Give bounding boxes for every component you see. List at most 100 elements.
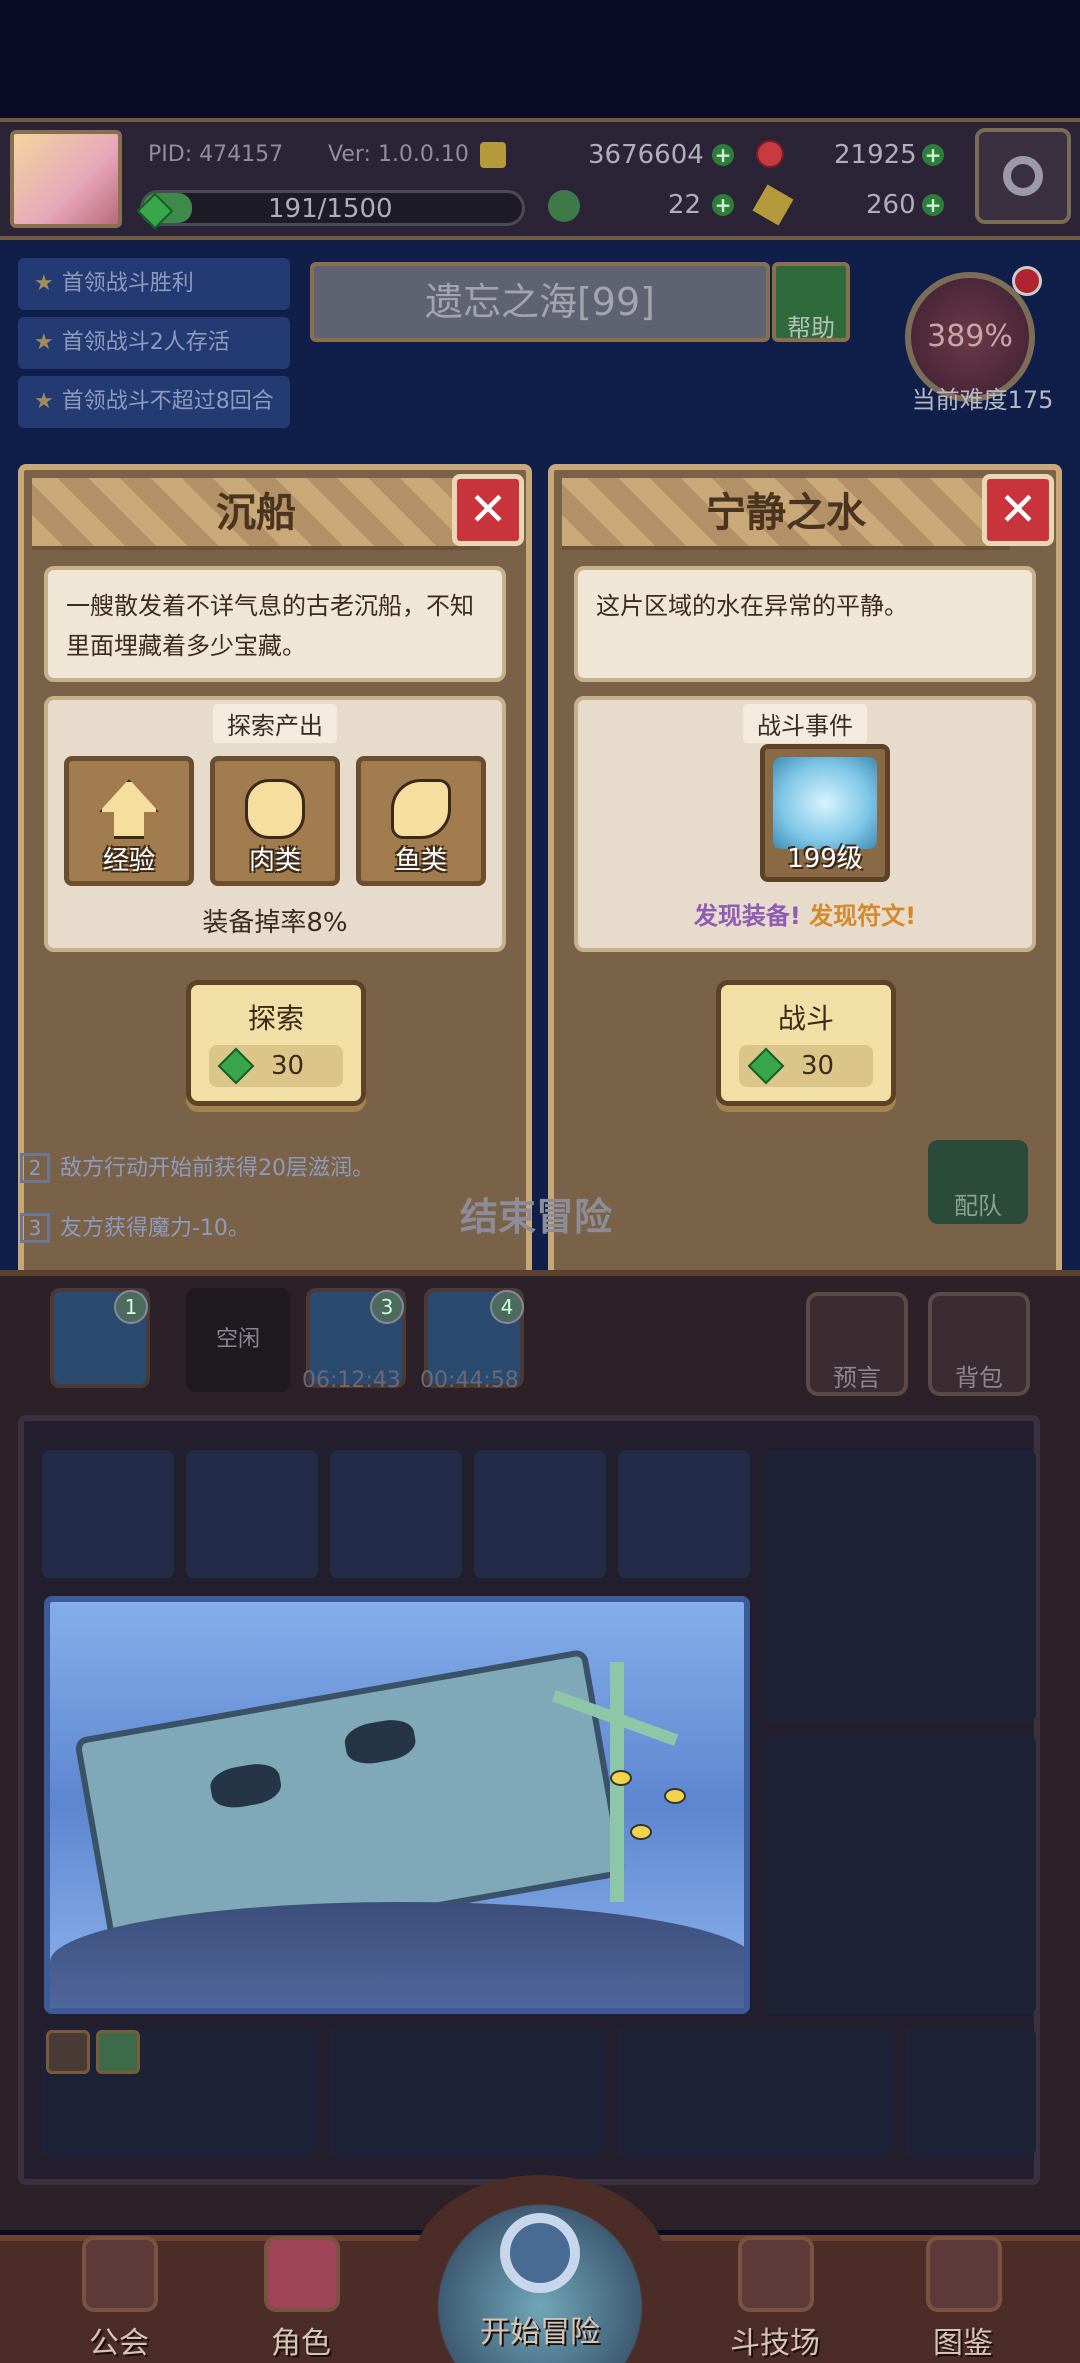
card-description: 一艘散发着不详气息的古老沉船，不知里面埋藏着多少宝藏。 [44, 566, 506, 682]
map-tile[interactable] [906, 2028, 1036, 2156]
map-tile[interactable] [42, 1450, 174, 1578]
notification-dot-icon [1012, 266, 1042, 296]
mission-item: ★ 首领战斗胜利 [18, 258, 290, 310]
shipwreck-scene[interactable] [44, 1596, 750, 2014]
add-key-icon[interactable]: + [922, 194, 944, 216]
nav-codex[interactable]: 图鉴 [888, 2226, 1038, 2363]
mission-item: ★ 首领战斗不超过8回合 [18, 376, 290, 428]
gold-amount: 3676604 [588, 140, 704, 170]
end-adventure-button[interactable]: 结束冒险 [460, 1186, 612, 1241]
card-header: 沉船 [32, 478, 480, 550]
reward-hint: 发现装备! 发现符文! [578, 896, 1032, 931]
section-title: 探索产出 [213, 704, 337, 743]
fish-icon [630, 1824, 652, 1840]
battle-button[interactable]: 战斗 30 [716, 980, 896, 1106]
found-rune: 发现符文! [809, 902, 917, 930]
exp-arrow-icon [99, 779, 159, 839]
nav-arena[interactable]: 斗技场 [700, 2226, 850, 2363]
player-avatar[interactable] [10, 130, 122, 228]
star-icon: ★ [34, 271, 54, 296]
energy-gem-icon [747, 1047, 785, 1085]
close-icon: ✕ [468, 482, 508, 536]
key-amount: 260 [866, 190, 916, 220]
slot-badge: 4 [490, 1290, 524, 1324]
fish-icon [664, 1788, 686, 1804]
output-meat[interactable]: 肉类 [210, 756, 340, 886]
star-icon: ★ [34, 330, 54, 355]
battle-event-panel: 战斗事件 199级 发现装备! 发现符文! [574, 696, 1036, 952]
pid-label: PID: 474157 [148, 142, 284, 167]
tile-status-icons [46, 2030, 146, 2078]
settings-button[interactable] [975, 128, 1071, 224]
character-icon [264, 2236, 340, 2312]
add-clover-icon[interactable]: + [712, 194, 734, 216]
ruby-icon [756, 140, 784, 168]
help-button[interactable]: 帮助 [772, 262, 850, 342]
meat-icon [245, 779, 305, 839]
close-icon: ✕ [998, 482, 1038, 536]
water-spirit-icon [773, 757, 877, 849]
bag-button[interactable]: 背包 [928, 1292, 1030, 1396]
output-exp[interactable]: 经验 [64, 756, 194, 886]
close-button[interactable]: ✕ [452, 474, 524, 546]
boss-level: 199级 [787, 844, 863, 874]
map-tile[interactable] [186, 1450, 318, 1578]
nav-character[interactable]: 角色 [226, 2226, 376, 2363]
map-tile[interactable] [330, 2028, 604, 2156]
clover-amount: 22 [668, 190, 702, 220]
team-button[interactable]: 配队 [928, 1140, 1028, 1224]
chest-icon [46, 2030, 90, 2074]
nav-start-adventure[interactable]: 开始冒险 [412, 2175, 668, 2363]
add-gold-icon[interactable]: + [712, 144, 734, 166]
clover-icon [96, 2030, 140, 2074]
fish-icon [610, 1770, 632, 1786]
equipment-drop-rate: 装备掉率8% [202, 908, 348, 938]
mission-item: ★ 首领战斗2人存活 [18, 317, 290, 369]
card-description: 这片区域的水在异常的平静。 [574, 566, 1036, 682]
magnifier-icon [500, 2213, 580, 2293]
status-bar-area [0, 0, 1080, 118]
effect-line: 2 敌方行动开始前获得20层滋润。 [20, 1150, 374, 1183]
card-header: 宁静之水 [562, 478, 1010, 550]
book-icon [926, 2236, 1002, 2312]
difficulty-label: 当前难度175 [911, 386, 1054, 414]
found-equipment: 发现装备! [693, 902, 801, 930]
star-icon: ★ [34, 389, 54, 414]
nav-guild[interactable]: 公会 [44, 2226, 194, 2363]
explore-output-panel: 探索产出 经验 肉类 鱼类 装备掉率8% [44, 696, 506, 952]
slot-badge: 1 [114, 1290, 148, 1324]
boss-portrait[interactable]: 199级 [760, 744, 890, 882]
add-ruby-icon[interactable]: + [922, 144, 944, 166]
prophecy-button[interactable]: 预言 [806, 1292, 908, 1396]
cost-pill: 30 [739, 1045, 873, 1087]
map-tile[interactable] [618, 2028, 892, 2156]
version-label: Ver: 1.0.0.10 [328, 142, 469, 167]
cost-pill: 30 [209, 1045, 343, 1087]
map-tile-large[interactable] [764, 1450, 1036, 1722]
map-tile-large[interactable] [764, 1736, 1036, 2014]
slot-timer: 00:44:58 [420, 1368, 519, 1393]
exp-value: 191/1500 [268, 194, 393, 224]
map-tile[interactable] [330, 1450, 462, 1578]
map-tile[interactable] [474, 1450, 606, 1578]
gear-icon [1003, 156, 1043, 196]
gold-icon [480, 142, 506, 168]
adventure-slot-idle[interactable]: 空闲 [186, 1288, 290, 1392]
slot-badge: 3 [370, 1290, 404, 1324]
effect-line: 3 友方获得魔力-10。 [20, 1210, 250, 1243]
card-title: 沉船 [216, 490, 296, 536]
output-fish[interactable]: 鱼类 [356, 756, 486, 886]
ruby-amount: 21925 [834, 140, 917, 170]
close-button[interactable]: ✕ [982, 474, 1054, 546]
clover-icon [548, 190, 580, 222]
section-title: 战斗事件 [743, 704, 867, 743]
fish-icon [391, 779, 451, 839]
map-tile[interactable] [618, 1450, 750, 1578]
guild-icon [82, 2236, 158, 2312]
energy-gem-icon [217, 1047, 255, 1085]
swords-icon [738, 2236, 814, 2312]
seabed-illustration [50, 1902, 744, 2008]
slot-timer: 06:12:43 [302, 1368, 401, 1393]
card-title: 宁静之水 [706, 490, 866, 536]
explore-button[interactable]: 探索 30 [186, 980, 366, 1106]
